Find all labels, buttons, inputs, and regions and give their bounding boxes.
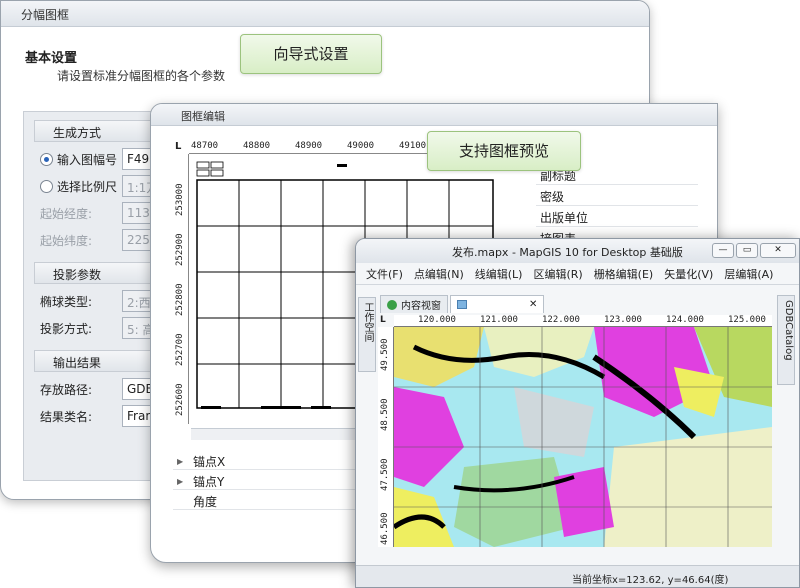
mapgis-statusbar: 当前坐标x=123.62, y=46.64(度) [356, 565, 799, 587]
geologic-map-svg [394, 327, 772, 547]
cursor-coordinates: 当前坐标x=123.62, y=46.64(度) [572, 575, 729, 586]
proj-method-row: 投影方式: [40, 317, 92, 339]
maximize-icon: ▭ [742, 245, 752, 255]
frame-editor-titlebar[interactable]: 图框编辑 [151, 104, 717, 126]
expand-arrow-icon[interactable]: ▶ [177, 457, 185, 466]
mapgis-window: 发布.mapx - MapGIS 10 for Desktop 基础版 — ▭ … [355, 238, 800, 588]
ruler-left-tick: 253000 [175, 183, 185, 216]
tab-content-view-label: 内容视窗 [401, 301, 441, 312]
radio-scale-label: 选择比例尺 [57, 179, 118, 194]
ellipsoid-row: 椭球类型: [40, 290, 92, 312]
map-ruler-top-tick: 122.000 [542, 315, 580, 325]
workspace-panel-tab[interactable]: 工作空间 [358, 297, 376, 372]
prop-secret-level[interactable]: 密级 [536, 185, 698, 206]
gdbcatalog-panel-tab[interactable]: GDBCatalog [777, 295, 795, 385]
minimize-icon: — [718, 245, 728, 255]
menu-raster-edit[interactable]: 栅格编辑(E) [594, 266, 654, 282]
menu-vectorize[interactable]: 矢量化(V) [664, 266, 713, 282]
ruler-left-tick: 252600 [175, 383, 185, 416]
start-lat-label: 起始纬度: [40, 233, 93, 248]
menu-region-edit[interactable]: 区编辑(R) [533, 266, 582, 282]
maximize-button[interactable]: ▭ [736, 243, 758, 258]
minimize-button[interactable]: — [712, 243, 734, 258]
callout-preview: 支持图框预览 [427, 131, 581, 171]
result-name-label: 结果类名: [40, 409, 93, 424]
map-ruler-top: 120.000 121.000 122.000 123.000 124.000 … [394, 315, 772, 327]
frame-editor-title: 图框编辑 [181, 110, 225, 123]
map-ruler-left-tick: 46.500 [380, 512, 390, 545]
wizard-titlebar[interactable]: 分幅图框 [1, 1, 649, 27]
radio-sheet-no-label: 输入图幅号 [57, 152, 118, 167]
ruler-left-tick: 252700 [175, 333, 185, 366]
save-path-label: 存放路径: [40, 382, 93, 397]
tab-map-view[interactable]: ✕ [450, 295, 545, 313]
menu-point-edit[interactable]: 点编辑(N) [414, 266, 464, 282]
save-path-row: 存放路径: [40, 378, 92, 400]
ruler-top-tick: 49100 [399, 141, 427, 151]
tab-content-view[interactable]: 内容视窗 [380, 295, 448, 313]
map-ruler-left: 49.500 48.500 47.500 46.500 [378, 327, 394, 547]
close-tab-icon[interactable]: ✕ [529, 299, 537, 310]
map-ruler-top-tick: 120.000 [418, 315, 456, 325]
geologic-map-view[interactable] [394, 327, 772, 547]
ellipsoid-label: 椭球类型: [40, 294, 93, 309]
ruler-left-tick: 252800 [175, 283, 185, 316]
callout-wizard: 向导式设置 [240, 34, 382, 74]
expand-arrow-icon[interactable]: ▶ [177, 477, 185, 486]
prop-anchor-y-label: 锚点Y [193, 474, 225, 489]
result-name-row: 结果类名: [40, 405, 92, 427]
map-ruler-top-tick: 124.000 [666, 315, 704, 325]
prop-anchor-x-label: 锚点X [193, 454, 226, 469]
ruler-top-tick: 49000 [347, 141, 375, 151]
ruler-top-tick: 48800 [243, 141, 271, 151]
ruler-top-tick: 48900 [295, 141, 323, 151]
map-icon [457, 300, 467, 309]
basic-settings-desc: 请设置标准分幅图框的各个参数 [57, 69, 226, 83]
ruler-corner: L [175, 141, 182, 152]
menu-file[interactable]: 文件(F) [366, 266, 403, 282]
mapgis-title: 发布.mapx - MapGIS 10 for Desktop 基础版 [452, 246, 683, 259]
close-icon: ✕ [774, 245, 782, 255]
mapgis-tabs: 内容视窗 ✕ [380, 295, 546, 313]
menu-line-edit[interactable]: 线编辑(L) [475, 266, 523, 282]
menu-layer-edit[interactable]: 层编辑(A) [724, 266, 773, 282]
start-lat-row: 起始纬度: [40, 229, 92, 251]
prop-publisher[interactable]: 出版单位 [536, 206, 698, 227]
radio-sheet-no-button[interactable] [40, 152, 53, 166]
close-button[interactable]: ✕ [760, 243, 796, 258]
map-ruler-top-tick: 123.000 [604, 315, 642, 325]
map-ruler-top-tick: 121.000 [480, 315, 518, 325]
proj-method-label: 投影方式: [40, 321, 93, 336]
radio-scale-button[interactable] [40, 179, 53, 193]
radio-scale[interactable]: 选择比例尺 [40, 175, 117, 197]
map-ruler-left-tick: 48.500 [380, 398, 390, 431]
map-ruler-left-tick: 47.500 [380, 458, 390, 491]
map-ruler-top-tick: 125.000 [728, 315, 766, 325]
ruler-top-tick: 48700 [191, 141, 219, 151]
basic-settings-title: 基本设置 [25, 51, 78, 66]
ruler-left-tick: 252900 [175, 233, 185, 266]
globe-icon [387, 299, 397, 310]
map-ruler-corner: L [380, 315, 386, 325]
start-lon-label: 起始经度: [40, 206, 93, 221]
map-ruler-left-tick: 49.500 [380, 338, 390, 371]
start-lon-row: 起始经度: [40, 202, 92, 224]
radio-sheet-no[interactable]: 输入图幅号 [40, 148, 117, 170]
wizard-title: 分幅图框 [21, 8, 70, 22]
frame-ruler-left: 253000 252900 252800 252700 252600 500 [173, 154, 189, 424]
mapgis-menubar: 文件(F) 点编辑(N) 线编辑(L) 区编辑(R) 栅格编辑(E) 矢量化(V… [356, 263, 799, 285]
prop-angle-label: 角度 [193, 494, 218, 509]
